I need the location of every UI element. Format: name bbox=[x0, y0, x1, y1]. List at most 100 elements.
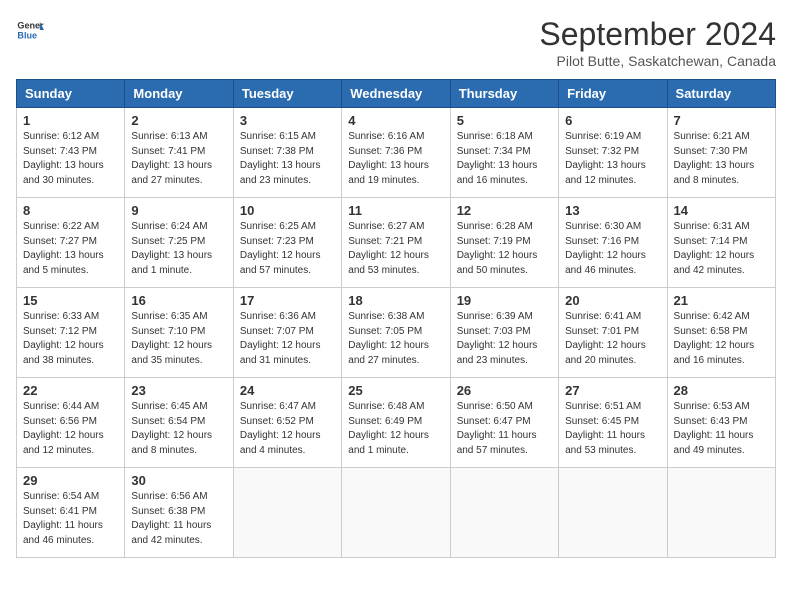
day-info: Sunrise: 6:36 AM Sunset: 7:07 PM Dayligh… bbox=[240, 310, 335, 368]
day-info: Sunrise: 6:38 AM Sunset: 7:05 PM Dayligh… bbox=[348, 310, 443, 368]
day-info: Sunrise: 6:33 AM Sunset: 7:12 PM Dayligh… bbox=[23, 310, 118, 368]
day-info: Sunrise: 6:42 AM Sunset: 6:58 PM Dayligh… bbox=[674, 310, 769, 368]
day-number: 10 bbox=[240, 203, 335, 218]
calendar-cell: 13Sunrise: 6:30 AM Sunset: 7:16 PM Dayli… bbox=[559, 198, 667, 288]
day-info: Sunrise: 6:21 AM Sunset: 7:30 PM Dayligh… bbox=[674, 130, 769, 188]
calendar-cell: 17 Sunrise: 6:36 AM Sunset: 7:07 PM Dayli… bbox=[233, 288, 341, 378]
day-info: Sunrise: 6:50 AM Sunset: 6:47 PM Dayligh… bbox=[457, 400, 552, 458]
col-saturday: Saturday bbox=[667, 80, 775, 108]
day-info: Sunrise: 6:15 AM Sunset: 7:38 PM Dayligh… bbox=[240, 130, 335, 188]
day-number: 14 bbox=[674, 203, 769, 218]
calendar-cell: 20 Sunrise: 6:41 AM Sunset: 7:01 PM Dayli… bbox=[559, 288, 667, 378]
day-info: Sunrise: 6:56 AM Sunset: 6:38 PM Dayligh… bbox=[131, 490, 226, 548]
day-number: 3 bbox=[240, 113, 335, 128]
calendar-cell: 23Sunrise: 6:45 AM Sunset: 6:54 PM Dayli… bbox=[125, 378, 233, 468]
day-number: 22 bbox=[23, 383, 118, 398]
day-number: 9 bbox=[131, 203, 226, 218]
calendar-week-4: 22 Sunrise: 6:44 AM Sunset: 6:56 PM Dayli… bbox=[17, 378, 776, 468]
calendar-cell: 12 Sunrise: 6:28 AM Sunset: 7:19 PM Dayli… bbox=[450, 198, 558, 288]
day-number: 2 bbox=[131, 113, 226, 128]
day-number: 21 bbox=[674, 293, 769, 308]
day-number: 16 bbox=[131, 293, 226, 308]
col-tuesday: Tuesday bbox=[233, 80, 341, 108]
day-number: 25 bbox=[348, 383, 443, 398]
day-number: 5 bbox=[457, 113, 552, 128]
day-info: Sunrise: 6:19 AM Sunset: 7:32 PM Dayligh… bbox=[565, 130, 660, 188]
calendar-cell: 19 Sunrise: 6:39 AM Sunset: 7:03 PM Dayli… bbox=[450, 288, 558, 378]
day-info: Sunrise: 6:13 AM Sunset: 7:41 PM Dayligh… bbox=[131, 130, 226, 188]
col-monday: Monday bbox=[125, 80, 233, 108]
logo: General Blue bbox=[16, 16, 44, 44]
calendar-cell: 6Sunrise: 6:19 AM Sunset: 7:32 PM Daylig… bbox=[559, 108, 667, 198]
calendar-cell: 4 Sunrise: 6:16 AM Sunset: 7:36 PM Daylig… bbox=[342, 108, 450, 198]
day-number: 4 bbox=[348, 113, 443, 128]
day-number: 26 bbox=[457, 383, 552, 398]
svg-text:Blue: Blue bbox=[17, 30, 37, 40]
day-info: Sunrise: 6:24 AM Sunset: 7:25 PM Dayligh… bbox=[131, 220, 226, 278]
day-number: 28 bbox=[674, 383, 769, 398]
calendar-cell: 9 Sunrise: 6:24 AM Sunset: 7:25 PM Daylig… bbox=[125, 198, 233, 288]
calendar-cell bbox=[342, 468, 450, 558]
day-info: Sunrise: 6:27 AM Sunset: 7:21 PM Dayligh… bbox=[348, 220, 443, 278]
calendar-cell: 24 Sunrise: 6:47 AM Sunset: 6:52 PM Dayli… bbox=[233, 378, 341, 468]
day-number: 8 bbox=[23, 203, 118, 218]
day-info: Sunrise: 6:41 AM Sunset: 7:01 PM Dayligh… bbox=[565, 310, 660, 368]
calendar-cell: 26 Sunrise: 6:50 AM Sunset: 6:47 PM Dayli… bbox=[450, 378, 558, 468]
calendar-cell: 25Sunrise: 6:48 AM Sunset: 6:49 PM Dayli… bbox=[342, 378, 450, 468]
calendar-cell bbox=[450, 468, 558, 558]
calendar-week-1: 1 Sunrise: 6:12 AM Sunset: 7:43 PM Daylig… bbox=[17, 108, 776, 198]
day-number: 17 bbox=[240, 293, 335, 308]
day-number: 1 bbox=[23, 113, 118, 128]
calendar-cell: 22 Sunrise: 6:44 AM Sunset: 6:56 PM Dayli… bbox=[17, 378, 125, 468]
day-info: Sunrise: 6:12 AM Sunset: 7:43 PM Dayligh… bbox=[23, 130, 118, 188]
day-info: Sunrise: 6:30 AM Sunset: 7:16 PM Dayligh… bbox=[565, 220, 660, 278]
calendar-cell: 15Sunrise: 6:33 AM Sunset: 7:12 PM Dayli… bbox=[17, 288, 125, 378]
calendar-cell: 14 Sunrise: 6:31 AM Sunset: 7:14 PM Dayli… bbox=[667, 198, 775, 288]
calendar-cell: 18 Sunrise: 6:38 AM Sunset: 7:05 PM Dayli… bbox=[342, 288, 450, 378]
col-friday: Friday bbox=[559, 80, 667, 108]
day-info: Sunrise: 6:53 AM Sunset: 6:43 PM Dayligh… bbox=[674, 400, 769, 458]
day-info: Sunrise: 6:28 AM Sunset: 7:19 PM Dayligh… bbox=[457, 220, 552, 278]
day-number: 23 bbox=[131, 383, 226, 398]
day-info: Sunrise: 6:47 AM Sunset: 6:52 PM Dayligh… bbox=[240, 400, 335, 458]
day-info: Sunrise: 6:22 AM Sunset: 7:27 PM Dayligh… bbox=[23, 220, 118, 278]
day-info: Sunrise: 6:44 AM Sunset: 6:56 PM Dayligh… bbox=[23, 400, 118, 458]
day-number: 12 bbox=[457, 203, 552, 218]
calendar-cell: 21 Sunrise: 6:42 AM Sunset: 6:58 PM Dayli… bbox=[667, 288, 775, 378]
calendar-cell: 2 Sunrise: 6:13 AM Sunset: 7:41 PM Daylig… bbox=[125, 108, 233, 198]
calendar-cell bbox=[667, 468, 775, 558]
calendar-cell: 11 Sunrise: 6:27 AM Sunset: 7:21 PM Dayli… bbox=[342, 198, 450, 288]
col-sunday: Sunday bbox=[17, 80, 125, 108]
calendar-cell: 28 Sunrise: 6:53 AM Sunset: 6:43 PM Dayli… bbox=[667, 378, 775, 468]
calendar-cell: 10 Sunrise: 6:25 AM Sunset: 7:23 PM Dayli… bbox=[233, 198, 341, 288]
title-area: September 2024 Pilot Butte, Saskatchewan… bbox=[539, 16, 776, 69]
day-number: 24 bbox=[240, 383, 335, 398]
day-number: 29 bbox=[23, 473, 118, 488]
calendar-cell: 7 Sunrise: 6:21 AM Sunset: 7:30 PM Daylig… bbox=[667, 108, 775, 198]
day-info: Sunrise: 6:25 AM Sunset: 7:23 PM Dayligh… bbox=[240, 220, 335, 278]
calendar-table: Sunday Monday Tuesday Wednesday Thursday… bbox=[16, 79, 776, 558]
day-info: Sunrise: 6:54 AM Sunset: 6:41 PM Dayligh… bbox=[23, 490, 118, 548]
calendar-header-row: Sunday Monday Tuesday Wednesday Thursday… bbox=[17, 80, 776, 108]
day-info: Sunrise: 6:31 AM Sunset: 7:14 PM Dayligh… bbox=[674, 220, 769, 278]
day-number: 7 bbox=[674, 113, 769, 128]
day-number: 20 bbox=[565, 293, 660, 308]
location: Pilot Butte, Saskatchewan, Canada bbox=[539, 53, 776, 69]
calendar-cell bbox=[559, 468, 667, 558]
col-wednesday: Wednesday bbox=[342, 80, 450, 108]
day-info: Sunrise: 6:16 AM Sunset: 7:36 PM Dayligh… bbox=[348, 130, 443, 188]
calendar-week-3: 15Sunrise: 6:33 AM Sunset: 7:12 PM Dayli… bbox=[17, 288, 776, 378]
day-info: Sunrise: 6:35 AM Sunset: 7:10 PM Dayligh… bbox=[131, 310, 226, 368]
calendar-cell: 8 Sunrise: 6:22 AM Sunset: 7:27 PM Daylig… bbox=[17, 198, 125, 288]
calendar-cell: 30 Sunrise: 6:56 AM Sunset: 6:38 PM Dayli… bbox=[125, 468, 233, 558]
calendar-cell: 1 Sunrise: 6:12 AM Sunset: 7:43 PM Daylig… bbox=[17, 108, 125, 198]
day-number: 30 bbox=[131, 473, 226, 488]
calendar-week-5: 29 Sunrise: 6:54 AM Sunset: 6:41 PM Dayli… bbox=[17, 468, 776, 558]
day-info: Sunrise: 6:39 AM Sunset: 7:03 PM Dayligh… bbox=[457, 310, 552, 368]
day-number: 11 bbox=[348, 203, 443, 218]
calendar-cell: 29 Sunrise: 6:54 AM Sunset: 6:41 PM Dayli… bbox=[17, 468, 125, 558]
page-header: General Blue September 2024 Pilot Butte,… bbox=[16, 16, 776, 69]
day-number: 18 bbox=[348, 293, 443, 308]
calendar-cell bbox=[233, 468, 341, 558]
day-number: 19 bbox=[457, 293, 552, 308]
